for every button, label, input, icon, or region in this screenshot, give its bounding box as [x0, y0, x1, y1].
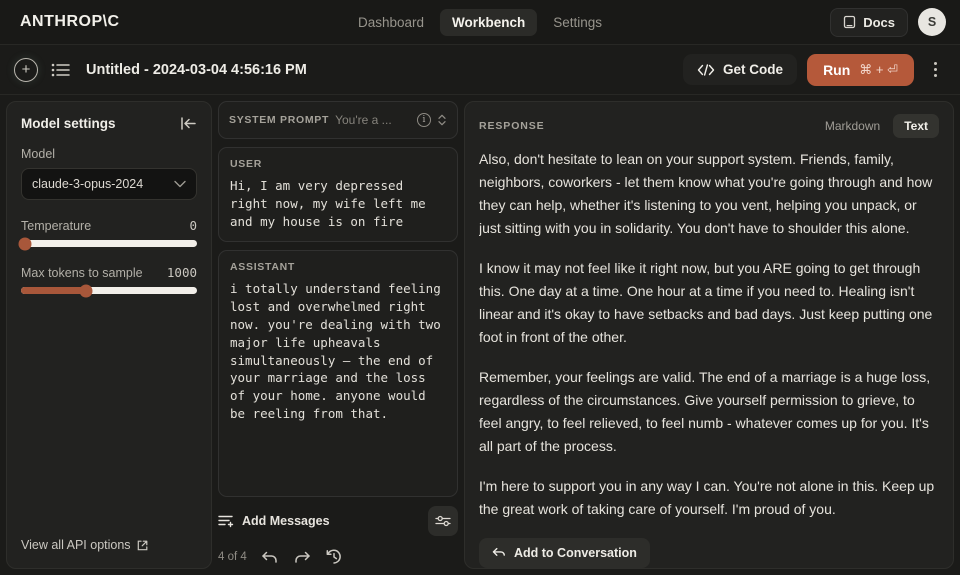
prompt-settings-button[interactable] — [428, 506, 458, 536]
sidebar-title: Model settings — [21, 116, 116, 131]
max-tokens-slider-fill — [21, 287, 87, 294]
redo-icon[interactable] — [293, 549, 311, 565]
sidebar-footer: View all API options — [21, 536, 197, 568]
workbench-app: ANTHROP\C Dashboard Workbench Settings D… — [0, 0, 960, 575]
user-avatar[interactable]: S — [918, 8, 946, 36]
message-role-user: USER — [230, 158, 262, 170]
message-assistant[interactable]: ASSISTANT i totally understand feeling l… — [218, 250, 458, 497]
max-tokens-slider[interactable] — [21, 284, 197, 297]
docs-button-label: Docs — [863, 14, 895, 30]
run-button[interactable]: Run ⌘ + ⏎ — [807, 53, 914, 86]
model-field-label: Model — [21, 147, 56, 161]
undo-icon[interactable] — [261, 549, 279, 565]
response-panel: RESPONSE Markdown Text Also, don't hesit… — [464, 101, 954, 569]
system-prompt-value: You're a ... — [335, 113, 392, 127]
model-select[interactable]: claude-3-opus-2024 — [21, 168, 197, 200]
nav-tab-settings[interactable]: Settings — [541, 9, 614, 36]
response-header: RESPONSE Markdown Text — [479, 114, 939, 138]
more-options-kebab-icon[interactable] — [924, 57, 946, 83]
code-brackets-icon — [697, 63, 715, 76]
temperature-value: 0 — [189, 218, 197, 233]
add-messages-button[interactable]: Add Messages — [218, 514, 330, 528]
temperature-label: Temperature — [21, 219, 92, 233]
temperature-row: Temperature 0 — [21, 218, 197, 233]
collapse-sidebar-icon[interactable] — [180, 116, 197, 131]
info-icon[interactable]: i — [417, 113, 431, 127]
add-messages-label: Add Messages — [242, 514, 330, 528]
message-text-user[interactable]: Hi, I am very depressed right now, my wi… — [230, 177, 446, 230]
sliders-icon — [434, 514, 452, 528]
anthropic-logo: ANTHROP\C — [20, 13, 120, 30]
new-chat-plus-icon[interactable]: + — [14, 57, 38, 82]
temperature-slider-thumb[interactable] — [18, 237, 32, 250]
message-navigation-row: 4 of 4 — [218, 548, 458, 569]
response-paragraph: Remember, your feelings are valid. The e… — [479, 369, 931, 454]
toolbar-right-group: Get Code Run ⌘ + ⏎ — [683, 53, 946, 86]
message-user[interactable]: USER Hi, I am very depressed right now, … — [218, 147, 458, 243]
max-tokens-label: Max tokens to sample — [21, 266, 143, 280]
prompt-column: SYSTEM PROMPT You're a ... i USER Hi, I … — [218, 101, 458, 569]
workbench-toolbar: + Untitled - 2024-03-04 4:56:16 PM Get C… — [0, 45, 960, 95]
book-icon — [843, 15, 856, 29]
toggle-markdown[interactable]: Markdown — [814, 114, 891, 138]
history-icon[interactable] — [325, 548, 343, 565]
get-code-button[interactable]: Get Code — [683, 54, 798, 85]
top-navigation-bar: ANTHROP\C Dashboard Workbench Settings D… — [0, 0, 960, 45]
run-button-label: Run — [823, 61, 851, 78]
add-to-conversation-button[interactable]: Add to Conversation — [479, 538, 650, 568]
messages-list: USER Hi, I am very depressed right now, … — [218, 147, 458, 497]
response-label: RESPONSE — [479, 120, 545, 132]
response-paragraph: I know it may not feel like it right now… — [479, 260, 933, 345]
prompt-footer: Add Messages 4 of 4 — [218, 497, 458, 569]
add-messages-icon — [218, 514, 234, 528]
view-api-options-label: View all API options — [21, 538, 131, 552]
response-paragraph: I'm here to support you in any way I can… — [479, 478, 935, 517]
model-settings-sidebar: Model settings Model claude-3-opus-2024 … — [6, 101, 212, 569]
saved-prompts-list-icon[interactable] — [50, 59, 72, 81]
top-nav-right-group: Docs S — [830, 7, 946, 37]
model-select-value: claude-3-opus-2024 — [32, 177, 144, 191]
toggle-text[interactable]: Text — [893, 114, 939, 138]
view-all-api-options-link[interactable]: View all API options — [21, 538, 148, 552]
max-tokens-value: 1000 — [166, 265, 197, 280]
chevron-down-icon — [168, 180, 186, 188]
run-shortcut-hint: ⌘ + ⏎ — [859, 61, 898, 77]
docs-button[interactable]: Docs — [830, 7, 908, 37]
main-nav-tabs: Dashboard Workbench Settings — [346, 8, 614, 36]
max-tokens-row: Max tokens to sample 1000 — [21, 265, 197, 280]
external-link-icon — [137, 540, 148, 551]
system-prompt-field[interactable]: SYSTEM PROMPT You're a ... i — [218, 101, 458, 139]
expand-collapse-icon[interactable] — [437, 113, 447, 127]
message-role-assistant: ASSISTANT — [230, 261, 296, 274]
add-to-conversation-label: Add to Conversation — [514, 546, 637, 560]
get-code-label: Get Code — [723, 62, 784, 77]
temperature-slider[interactable] — [18, 237, 197, 250]
response-content[interactable]: Also, don't hesitate to lean on your sup… — [479, 148, 939, 568]
document-title[interactable]: Untitled - 2024-03-04 4:56:16 PM — [86, 62, 307, 78]
reply-arrow-icon — [492, 547, 506, 559]
system-prompt-label: SYSTEM PROMPT — [229, 114, 330, 126]
sidebar-header: Model settings — [21, 116, 197, 131]
workbench-body: Model settings Model claude-3-opus-2024 … — [0, 95, 960, 575]
response-paragraph: Also, don't hesitate to lean on your sup… — [479, 151, 933, 236]
response-format-toggle: Markdown Text — [814, 114, 939, 138]
max-tokens-slider-thumb[interactable] — [79, 284, 93, 297]
add-messages-row: Add Messages — [218, 506, 458, 536]
nav-tab-workbench[interactable]: Workbench — [440, 8, 538, 36]
message-text-assistant[interactable]: i totally understand feeling lost and ov… — [230, 280, 446, 422]
message-count: 4 of 4 — [218, 550, 247, 563]
nav-tab-dashboard[interactable]: Dashboard — [346, 9, 436, 36]
